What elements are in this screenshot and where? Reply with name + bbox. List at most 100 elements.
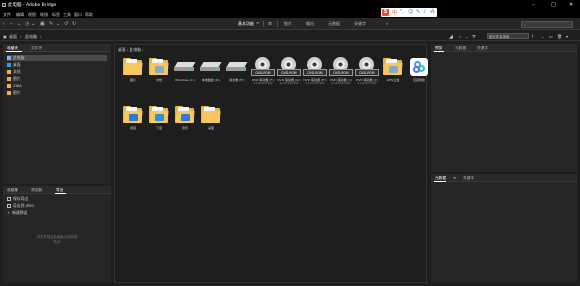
favorite-label: 桌面 [13,62,21,67]
rotate-right-icon[interactable]: ↻ [72,21,76,27]
preview-panel: 预览 元数据 关键字 [431,44,577,172]
favorite-label: 图片 [13,90,21,95]
breadcrumb-this-pc[interactable]: 此电脑 [25,34,37,40]
item-label: 视频 [129,126,136,130]
history-icon[interactable]: ◷ [25,21,29,27]
content-item[interactable]: 视频 [120,103,146,133]
tab-collections[interactable]: 收藏集 [7,188,18,193]
item-label: 下载 [155,126,162,130]
content-item[interactable]: 图片 [120,55,146,85]
tab-menu-icon[interactable]: ≡ [256,20,259,25]
ime-punct-icon[interactable]: °, [400,9,404,15]
open-recent-icon[interactable]: ⌄ [541,34,544,39]
favorite-item-pictures[interactable]: 图片 [7,76,107,82]
content-item[interactable]: 桌面 [198,103,224,133]
item-sublabel: 4,129,204,992 [357,82,377,85]
content-item[interactable]: DVD-ROM DVD 驱动器 (I:) 4,129,204,992 [328,55,354,85]
content-item[interactable]: 下载 [146,103,172,133]
maximize-button[interactable]: □ [551,2,556,8]
quality-icon[interactable]: ◢ [449,34,453,40]
tab-menu-icon[interactable]: ≡ [453,176,456,180]
favorite-item-documents[interactable]: 文档 [7,69,107,75]
dvd-drive-icon: DVD-ROM [303,57,327,77]
tab-filter[interactable]: 筛选器 [31,188,42,193]
camera-icon[interactable]: ▣ [40,21,45,27]
folder-icon [149,58,169,75]
sort-direction-icon[interactable]: ↑ [531,34,534,39]
ime-toolbar[interactable]: S 中 °, ☺ ✎ ♪ ⁂ [381,8,437,17]
star-filter-icon[interactable]: ☆ [458,34,462,39]
content-item[interactable]: Windows (C:) [172,55,198,85]
ime-handwrite-icon[interactable]: ✎ [416,9,420,15]
rotate-left-icon[interactable]: ↺ [64,21,68,27]
tab-keywords[interactable]: 关键字 [477,46,488,51]
export-item-save[interactable]: 保存导出 [7,196,107,202]
new-folder-icon[interactable]: ▭ [549,34,553,39]
content-item[interactable]: DVD-ROM DVD 驱动器 (F:) 4,129,204,992 [250,55,276,85]
folder-icon [383,58,403,75]
folder-icon [201,106,221,123]
baidu-netdisk-icon [410,58,428,76]
ime-toolbox-icon[interactable]: ⁂ [430,9,435,15]
sync-icon[interactable]: ▾ [566,34,568,39]
content-item[interactable]: 本地磁盘 (D:) [198,55,224,85]
export-item-new-preset[interactable]: + 新建预设 [7,210,107,216]
search-input[interactable]: ⌕ [521,21,573,28]
tab-folders[interactable]: 文件夹 [31,46,42,51]
minimize-button[interactable]: – [532,2,535,8]
item-sublabel: 4,129,204,992 [253,82,273,85]
sogou-logo-icon: S [382,9,389,16]
content-item[interactable]: DVD-ROM DVD 驱动器 (H:) 4,129,204,992 [302,55,328,85]
metadata-tabbar: 元数据 ≡ 关键字 [431,174,577,182]
favorite-item-this-pc[interactable]: 此电脑 [7,55,107,61]
chevron-down-icon[interactable]: ⌄ [465,34,468,39]
favorites-panel: 收藏夹 文件夹 此电脑 桌面 文档 图片 ZIKA 图片 [3,44,111,184]
back-icon[interactable]: ‹ [3,21,5,27]
filter-icon[interactable]: ⧩ [472,34,476,39]
workspace-more-button[interactable]: » [386,21,388,26]
favorite-item-images[interactable]: 图片 [7,90,107,96]
reveal-icon[interactable]: ⌄ [31,21,35,27]
export-label: 导出到 JPEG [13,203,35,208]
menu-bar: 文件 编辑 视图 堆栈 标签 工具 窗口 帮助 [0,11,580,18]
tab-keywords[interactable]: 关键字 [354,21,366,27]
desktop-icon [7,63,11,67]
favorite-item-desktop[interactable]: 桌面 [7,62,107,68]
refine-icon[interactable]: ✎ [49,21,53,27]
delete-icon[interactable]: 🗑 [557,34,562,39]
dvd-drive-icon: DVD-ROM [251,57,275,77]
chevron-down-icon[interactable]: ⌄ [17,21,21,27]
tab-keywords[interactable]: 关键字 [463,176,474,181]
title-bar: 此电脑 - Adobe Bridge – □ ✕ [0,0,580,11]
open-recent-icon[interactable]: ⌄ [56,21,60,27]
content-item[interactable]: DVD-ROM DVD 驱动器 (G:) 4,129,204,992 [276,55,302,85]
forward-icon[interactable]: › [10,21,12,27]
tab-metadata[interactable]: 元数据 [455,46,466,51]
dvd-label: DVD-ROM [281,71,297,75]
tab-filmstrip[interactable]: 胶片 [284,21,292,27]
dvd-drive-icon: DVD-ROM [355,57,379,77]
drive-icon [174,62,196,72]
export-item-jpeg[interactable]: 导出到 JPEG [7,203,107,209]
tab-libraries[interactable]: 库 [268,21,272,27]
tab-essentials[interactable]: 基本功能 [238,21,254,27]
tab-separator [277,21,278,27]
content-item[interactable]: WPS云盘 [380,55,406,85]
ime-voice-icon[interactable]: ♪ [423,9,426,15]
favorite-item-zika[interactable]: ZIKA [7,83,107,89]
tab-output[interactable]: 输出 [306,21,314,27]
content-item[interactable]: 文档 [146,55,172,85]
item-label: 图片 [129,78,136,82]
sort-dropdown[interactable]: 按文件名排序 [487,33,529,39]
tab-metadata[interactable]: 元数据 [328,21,340,27]
breadcrumb-desktop[interactable]: 桌面 [9,34,17,40]
content-panel: 桌面 › 此电脑 › 图片 文档 Windows (C:) 本地磁盘 (D:) 新加卷 … [114,44,428,283]
content-item[interactable]: 百度网盘 [406,55,432,85]
close-button[interactable]: ✕ [569,2,573,8]
ime-emoji-icon[interactable]: ☺ [408,9,413,15]
ime-lang-icon[interactable]: 中 [392,9,397,16]
content-item[interactable]: DVD-ROM DVD 驱动器 (J:) 4,129,204,992 [354,55,380,85]
content-item[interactable]: 音乐 [172,103,198,133]
content-item[interactable]: 新加卷 (E:) [224,55,250,85]
export-icon [7,197,11,201]
